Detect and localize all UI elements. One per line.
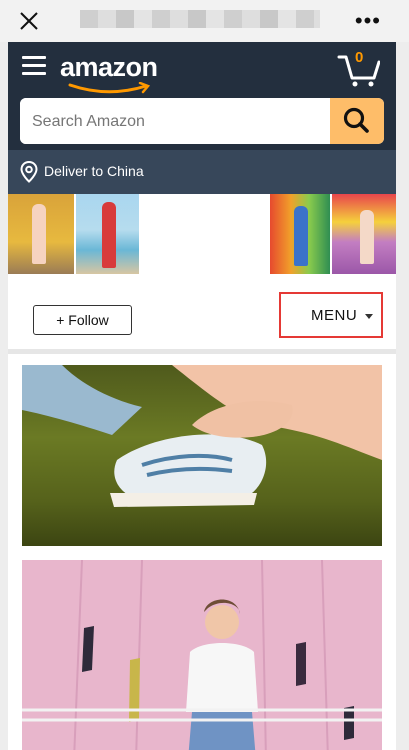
deliver-to-bar[interactable]: Deliver to China (8, 150, 396, 194)
hero-photo (8, 194, 74, 274)
menu-label: MENU (311, 307, 358, 324)
search-input[interactable] (20, 98, 334, 144)
store-hero-photos (8, 194, 396, 274)
caret-down-icon (365, 314, 373, 319)
search-icon (343, 107, 369, 133)
search-bar (20, 98, 384, 144)
hamburger-menu-icon[interactable] (22, 56, 46, 78)
location-pin-icon (20, 161, 38, 183)
more-dots-icon[interactable]: ••• (355, 8, 381, 34)
amazon-logo[interactable]: amazon (60, 52, 158, 83)
browser-top-bar: ••• (0, 0, 409, 42)
shoe-lacing-photo[interactable] (22, 365, 382, 546)
deliver-label: Deliver to China (44, 163, 144, 179)
amazon-header: amazon 0 (8, 42, 396, 150)
menu-button[interactable]: MENU (279, 292, 383, 338)
close-icon[interactable] (18, 10, 40, 32)
page-frame: amazon 0 Deliver to China (8, 42, 396, 750)
blurred-url (80, 10, 320, 28)
follow-button[interactable]: + Follow (33, 305, 132, 335)
hero-photo (76, 194, 139, 274)
section-divider (8, 349, 396, 354)
cart-count-badge: 0 (355, 49, 364, 66)
hero-photo (270, 194, 330, 274)
hero-photo (332, 194, 396, 274)
search-button[interactable] (330, 98, 384, 144)
model-photo[interactable] (22, 560, 382, 750)
amazon-smile-icon (68, 82, 151, 94)
